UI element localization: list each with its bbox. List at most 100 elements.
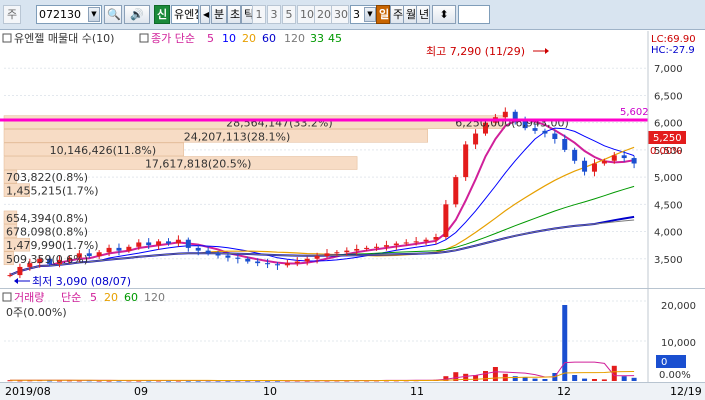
tab-year[interactable]: 년 — [416, 5, 430, 24]
candle-body — [621, 155, 627, 159]
volume-legend-title: 거래량 — [14, 291, 44, 304]
volume-chart[interactable]: 거래량 단순 5 20 60 120 0주(0.00%) 20,000 10,0… — [0, 289, 705, 383]
tab-minute[interactable]: 분 — [211, 5, 227, 24]
chevron-down-icon[interactable]: ▼ — [364, 7, 376, 22]
volume-ma-60: 60 — [124, 291, 138, 304]
candle-body — [166, 241, 171, 244]
count-input[interactable] — [458, 5, 490, 24]
triangle-left-icon: ◀ — [203, 10, 210, 19]
interval-select[interactable]: 3 ▼ — [350, 5, 378, 24]
time-label-dec: 12 — [557, 385, 571, 398]
price-tick-label: 3,500 — [654, 255, 683, 266]
current-price-value: 5,250 — [653, 133, 682, 144]
interval-20-label: 20 — [317, 8, 331, 21]
candle-body — [215, 253, 221, 256]
chevron-down-icon[interactable]: ▼ — [88, 7, 100, 22]
zoom-button[interactable]: ⬍ — [432, 5, 456, 24]
volume-bar — [582, 378, 588, 381]
candle-body — [413, 241, 419, 243]
volume-bar — [532, 378, 538, 381]
candle-body — [314, 256, 320, 259]
ma-period-5: 5 — [207, 32, 214, 45]
search-button[interactable]: 🔍 — [104, 5, 122, 24]
candle-body — [195, 247, 201, 251]
candle-body — [126, 246, 132, 251]
volume-profile-label: 654,394(0.8%) — [6, 212, 88, 225]
candle-body — [7, 275, 13, 277]
candle-body — [463, 144, 469, 178]
volume-ma-label: 단순 — [61, 291, 81, 304]
candle-body — [175, 239, 181, 244]
candle-body — [146, 242, 152, 246]
tab-minute-label: 분 — [214, 8, 225, 21]
legend-checkbox[interactable] — [2, 33, 12, 43]
volume-ma-20: 20 — [104, 291, 118, 304]
interval-10-label: 10 — [300, 8, 314, 21]
price-tick-label: 6,500 — [654, 91, 683, 102]
new-stock-label: 신 — [157, 8, 168, 21]
interval-30[interactable]: 30 — [331, 5, 349, 24]
current-volume-pct: 0.00% — [659, 370, 691, 381]
candle-body — [136, 242, 142, 247]
candle-body — [185, 239, 191, 248]
volume-tick-10000: 10,000 — [661, 338, 696, 349]
candle-body — [17, 266, 23, 276]
market-type-select[interactable]: 주 — [3, 5, 21, 24]
sound-button[interactable]: 🔊 — [124, 5, 150, 24]
volume-profile-label: 10,146,426(11.8%) — [50, 144, 157, 157]
candle-body — [591, 163, 597, 172]
volume-bar — [542, 379, 548, 381]
candle-body — [473, 133, 479, 145]
tab-month-label: 월 — [406, 8, 417, 21]
candle-body — [572, 149, 578, 161]
candle-body — [255, 261, 261, 264]
price-tick-label: 7,000 — [654, 64, 683, 75]
candle-body — [106, 247, 112, 253]
volume-profile-label: 24,207,113(28.1%) — [184, 130, 291, 143]
tab-second[interactable]: 초 — [227, 5, 241, 24]
interval-20[interactable]: 20 — [314, 5, 332, 24]
interval-10[interactable]: 10 — [297, 5, 315, 24]
tab-day[interactable]: 일 — [376, 5, 390, 24]
interval-3[interactable]: 3 — [267, 5, 281, 24]
interval-1-label: 1 — [255, 8, 263, 21]
ma-period-120: 120 — [284, 32, 305, 45]
ma-period-20: 20 — [242, 32, 256, 45]
price-tick-label: 4,500 — [654, 200, 683, 211]
tab-week-label: 주 — [393, 8, 404, 21]
candle-body — [542, 130, 548, 134]
price-chart[interactable]: 28,564,147(33.2%)24,207,113(28.1%)10,146… — [0, 31, 705, 288]
candle-body — [383, 245, 389, 247]
chart-toolbar: 주 072130 ▼ 🔍 🔊 신 유엔젤 ◀ 분 초 틱 1 3 5 10 20… — [0, 0, 705, 30]
stock-name-field: 유엔젤 — [171, 5, 199, 24]
corner-hc-label: HC:-27.9 — [651, 45, 695, 56]
candle-body — [552, 133, 558, 139]
prev-arrow-button[interactable]: ◀ — [200, 5, 210, 24]
tab-month[interactable]: 월 — [403, 5, 417, 24]
time-label-sep: 09 — [134, 385, 148, 398]
volume-legend-checkbox[interactable] — [2, 292, 12, 302]
interval-select-value: 3 — [353, 8, 360, 21]
stock-code-input[interactable]: 072130 ▼ — [36, 5, 102, 24]
volume-bar — [562, 305, 568, 381]
interval-5-label: 5 — [285, 8, 293, 21]
volume-chart-panel[interactable]: 거래량 단순 5 20 60 120 0주(0.00%) 20,000 10,0… — [0, 288, 705, 383]
volume-ma-5: 5 — [90, 291, 97, 304]
volume-profile-label: 1,455,215(1.7%) — [6, 185, 99, 198]
new-stock-badge[interactable]: 신 — [154, 5, 170, 24]
interval-5[interactable]: 5 — [282, 5, 296, 24]
candle-body — [631, 158, 637, 164]
ma-legend-checkbox[interactable] — [139, 33, 149, 43]
interval-30-label: 30 — [334, 8, 348, 21]
tab-week[interactable]: 주 — [390, 5, 404, 24]
price-chart-panel[interactable]: 28,564,147(33.2%) 24,207,113(28.1%) 10,146… — [0, 31, 705, 288]
interval-1[interactable]: 1 — [252, 5, 266, 24]
candle-body — [364, 247, 370, 249]
tab-day-label: 일 — [379, 8, 390, 21]
tab-year-label: 년 — [419, 8, 430, 21]
ma-period-60: 60 — [262, 32, 276, 45]
volume-profile-label: 1,479,990(1.7%) — [6, 239, 99, 252]
volume-profile-label: 678,098(0.8%) — [6, 226, 88, 239]
candle-body — [403, 242, 409, 244]
corner-lc-label: LC:69.90 — [651, 34, 696, 45]
